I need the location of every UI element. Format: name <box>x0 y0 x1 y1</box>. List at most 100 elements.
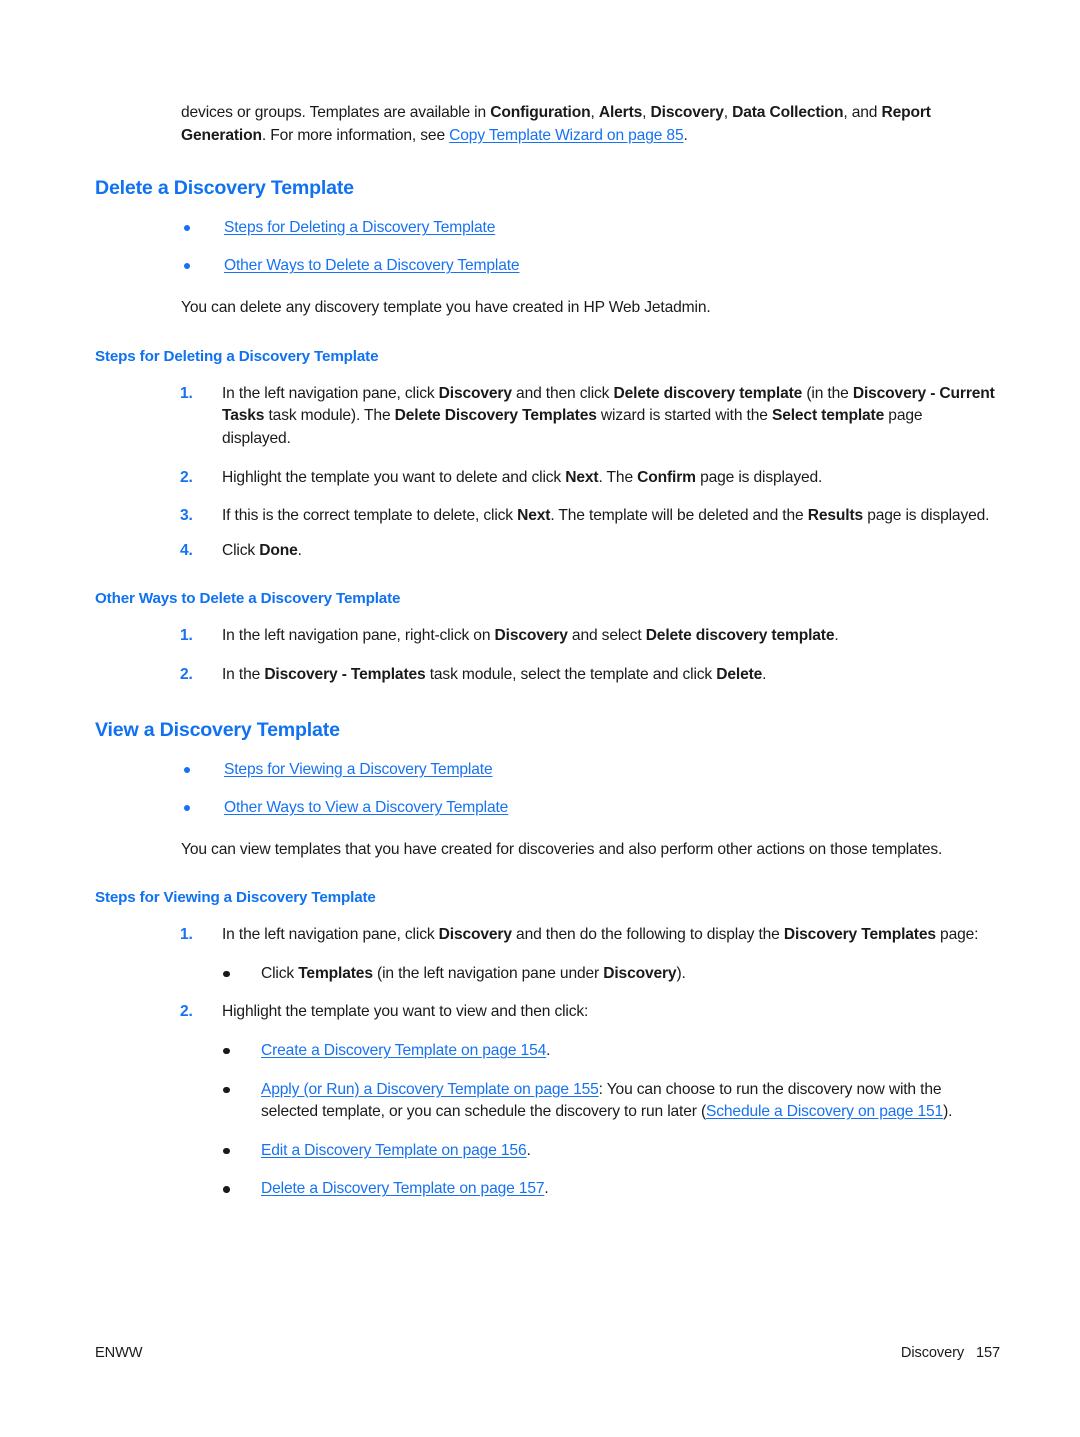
list-item: Steps for Deleting a Discovery Template <box>95 217 995 239</box>
step-number: 3. <box>180 507 193 525</box>
step-text-1: In the <box>222 665 265 683</box>
step-number: 1. <box>180 627 193 645</box>
heading-view-a-discovery-template: View a Discovery Template <box>95 718 340 741</box>
intro-bold-data-collection: Data Collection <box>732 104 844 121</box>
link-schedule-a-discovery[interactable]: Schedule a Discovery on page 151 <box>706 1103 943 1120</box>
link-copy-template-wizard[interactable]: Copy Template Wizard on page 85 <box>449 127 683 144</box>
step-bold-discovery: Discovery <box>494 627 568 645</box>
view-step2-sublist: Create a Discovery Template on page 154.… <box>95 1040 995 1201</box>
intro-sep-3: , <box>723 104 733 121</box>
step-text-3: page is displayed. <box>695 468 823 486</box>
page-footer: ENWW Discovery 157 <box>95 1345 1000 1367</box>
link-other-ways-to-delete[interactable]: Other Ways to Delete a Discovery Templat… <box>224 257 520 274</box>
step-bold-confirm: Confirm <box>637 468 696 486</box>
intro-text-1: devices or groups. Templates are availab… <box>181 104 491 121</box>
list-item: Edit a Discovery Template on page 156. <box>95 1140 995 1163</box>
step-bold-discovery-templates: Discovery Templates <box>783 926 936 944</box>
sub-text-2: (in the left navigation pane under <box>372 964 604 982</box>
step-text-3: page is displayed. <box>863 507 990 525</box>
step-number: 1. <box>180 384 193 402</box>
delete-other-ways-list: 1. In the left navigation pane, right-cli… <box>95 625 995 686</box>
sub-tail: . <box>546 1041 551 1059</box>
sub-bold-discovery: Discovery <box>603 964 677 982</box>
view-intro-paragraph: You can view templates that you have cre… <box>181 840 943 858</box>
step-bold-delete-discovery-template: Delete discovery template <box>613 384 803 402</box>
footer-left-label: ENWW <box>95 1345 143 1361</box>
step-text-2: and then do the following to display the <box>511 926 784 944</box>
sub-text-1: Click <box>261 964 299 982</box>
step-number: 1. <box>180 926 193 944</box>
sub-tail: . <box>526 1141 531 1159</box>
page-content: devices or groups. Templates are availab… <box>95 102 995 1201</box>
step-text-2: and then click <box>511 384 614 402</box>
list-item: 2. Highlight the template you want to del… <box>95 467 995 490</box>
list-item: 3. If this is the correct template to del… <box>95 505 995 528</box>
list-item: 4. Click Done. <box>95 540 995 563</box>
step-bold-discovery: Discovery <box>438 384 512 402</box>
intro-text-3: . <box>683 126 688 144</box>
sub-tail: . <box>544 1180 549 1198</box>
document-page: devices or groups. Templates are availab… <box>0 0 1080 1437</box>
step-text-2: and select <box>567 627 646 645</box>
step-text-1: Highlight the template you want to delet… <box>222 468 566 486</box>
step-text-1: In the left navigation pane, click <box>222 384 439 402</box>
link-steps-for-deleting[interactable]: Steps for Deleting a Discovery Template <box>224 219 495 236</box>
step-text-3: . <box>834 627 839 645</box>
intro-paragraph: devices or groups. Templates are availab… <box>181 102 995 147</box>
list-item: Other Ways to View a Discovery Template <box>95 797 995 819</box>
step-bold-discovery-templates: Discovery - Templates <box>264 665 426 683</box>
step-bold-select-template: Select template <box>771 407 885 425</box>
heading-delete-a-discovery-template: Delete a Discovery Template <box>95 177 354 200</box>
link-edit-a-discovery-template[interactable]: Edit a Discovery Template on page 156 <box>261 1142 527 1159</box>
link-delete-a-discovery-template[interactable]: Delete a Discovery Template on page 157 <box>261 1180 545 1197</box>
intro-sep-1: , <box>590 104 599 121</box>
list-item: Create a Discovery Template on page 154. <box>95 1040 995 1063</box>
link-create-a-discovery-template[interactable]: Create a Discovery Template on page 154 <box>261 1042 546 1059</box>
step-bold-delete-discovery-templates: Delete Discovery Templates <box>394 407 597 425</box>
step-number: 2. <box>180 1003 193 1021</box>
view-toc-list: Steps for Viewing a Discovery Template O… <box>95 759 995 819</box>
list-item: 1. In the left navigation pane, click Dis… <box>95 383 995 451</box>
intro-bold-configuration: Configuration <box>490 104 591 121</box>
step-bold-discovery: Discovery <box>438 926 512 944</box>
delete-intro-paragraph: You can delete any discovery template yo… <box>181 299 711 317</box>
step-text-2: . <box>297 541 302 559</box>
step-bold-results: Results <box>807 507 864 525</box>
sub-text-3: ). <box>676 964 686 982</box>
list-item: Steps for Viewing a Discovery Template <box>95 759 995 781</box>
heading-steps-for-deleting-a-discovery-template: Steps for Deleting a Discovery Template <box>95 347 379 365</box>
list-item: Apply (or Run) a Discovery Template on p… <box>95 1079 995 1124</box>
list-item: Delete a Discovery Template on page 157. <box>95 1178 995 1201</box>
step-text-3: page: <box>935 926 979 944</box>
intro-sep-2: , <box>642 104 651 121</box>
step-text-1: In the left navigation pane, click <box>222 926 439 944</box>
link-steps-for-viewing[interactable]: Steps for Viewing a Discovery Template <box>224 761 493 778</box>
heading-other-ways-to-delete-a-discovery-template: Other Ways to Delete a Discovery Templat… <box>95 590 401 608</box>
step-number: 2. <box>180 468 193 486</box>
delete-toc-list: Steps for Deleting a Discovery Template … <box>95 217 995 277</box>
view-step2-list: 2. Highlight the template you want to vie… <box>95 1001 995 1024</box>
link-apply-or-run-a-discovery-template[interactable]: Apply (or Run) a Discovery Template on p… <box>261 1081 599 1098</box>
list-item: 1. In the left navigation pane, click Dis… <box>95 924 995 947</box>
step-text-2: . The template will be deleted and the <box>550 507 808 525</box>
step-text: Highlight the template you want to view … <box>222 1003 589 1021</box>
list-item: Other Ways to Delete a Discovery Templat… <box>95 255 995 277</box>
step-text-1: Click <box>222 541 260 559</box>
step-bold-delete-discovery-template: Delete discovery template <box>645 627 835 645</box>
intro-text-2: . For more information, see <box>261 126 450 144</box>
link-other-ways-to-view[interactable]: Other Ways to View a Discovery Template <box>224 799 508 816</box>
step-text-2: task module, select the template and cli… <box>425 665 717 683</box>
heading-steps-for-viewing-a-discovery-template: Steps for Viewing a Discovery Template <box>95 889 376 907</box>
step-text-3: . <box>762 665 767 683</box>
step-text-2: . The <box>598 468 638 486</box>
list-item: 2. In the Discovery - Templates task modu… <box>95 664 995 687</box>
sub-tail: ). <box>943 1103 953 1121</box>
intro-bold-discovery: Discovery <box>650 104 724 121</box>
step-bold-next: Next <box>565 468 599 486</box>
list-item: 2. Highlight the template you want to vie… <box>95 1001 995 1024</box>
step-bold-next: Next <box>517 507 551 525</box>
step-bold-delete: Delete <box>716 665 763 683</box>
list-item: Click Templates (in the left navigation … <box>95 963 995 986</box>
step-text-4: task module). The <box>264 407 395 425</box>
step-number: 4. <box>180 541 193 559</box>
